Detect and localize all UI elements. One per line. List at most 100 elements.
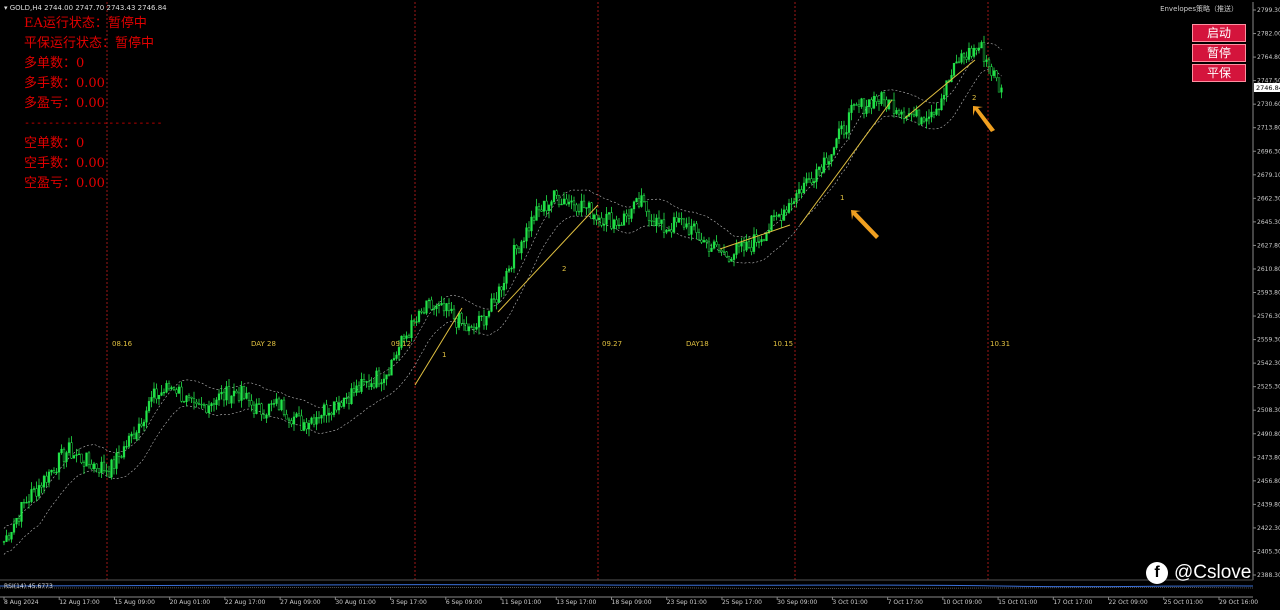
ea-control-buttons: 启动 暂停 平保	[1192, 24, 1246, 84]
candle-body	[200, 403, 203, 406]
candle-body	[510, 267, 513, 270]
candle-body	[660, 219, 663, 224]
candle-body	[665, 229, 668, 233]
long-lots: 多手数：0.00	[24, 76, 105, 91]
candle-body	[597, 217, 601, 220]
candle-body	[432, 308, 436, 310]
ea-status-panel: EA运行状态：暂停中 平保运行状态：暂停中 多单数：0 多手数：0.00 多盈亏…	[24, 14, 162, 194]
candle-body	[350, 388, 353, 404]
candle-body	[797, 189, 801, 194]
candle-body	[422, 311, 426, 314]
candle-body	[702, 240, 706, 243]
short-pnl: 空盈亏：0.00	[24, 176, 105, 191]
candle-body	[365, 381, 368, 383]
candle-body	[977, 47, 981, 51]
candle-body	[65, 452, 68, 462]
candle-body	[20, 501, 23, 522]
candle-body	[132, 433, 136, 440]
candle-body	[392, 358, 396, 361]
price-chart[interactable]: 1 2 1 2 08.16 DAY 28 09.12 09.27 DAY18 10.15 1…	[0, 0, 1280, 610]
candle-body	[252, 404, 256, 414]
candle-body	[507, 268, 511, 272]
candle-body	[577, 210, 581, 213]
candle-body	[975, 47, 978, 51]
candle-body	[155, 388, 158, 400]
candle-body	[750, 247, 753, 252]
candle-body	[397, 347, 401, 356]
candle-body	[837, 128, 841, 139]
candle-body	[462, 323, 466, 325]
x-tick-label: 29 Oct 16:00	[1219, 599, 1258, 606]
x-tick-label: 30 Sep 09:00	[777, 599, 817, 606]
candle-body	[880, 92, 883, 104]
candle-body	[992, 70, 996, 76]
candle-body	[390, 359, 393, 376]
candle-body	[5, 535, 8, 542]
candle-body	[875, 96, 878, 102]
candle-body	[347, 397, 351, 404]
y-tick-label: 2679.10	[1257, 172, 1280, 179]
candle-body	[580, 200, 583, 213]
candle-body	[270, 403, 273, 405]
candle-body	[455, 318, 458, 328]
marker-label: 09.12	[391, 340, 411, 348]
candle-body	[150, 397, 153, 402]
breakeven-button[interactable]: 平保	[1192, 64, 1246, 82]
candle-body	[15, 517, 18, 525]
candle-body	[850, 104, 853, 113]
y-tick-label: 2782.00	[1257, 31, 1280, 38]
candle-body	[607, 212, 611, 215]
candle-body	[830, 154, 833, 162]
candle-body	[635, 198, 638, 203]
candle-body	[997, 77, 1001, 93]
candle-body	[100, 461, 103, 473]
pause-button[interactable]: 暂停	[1192, 44, 1246, 62]
candle-body	[690, 225, 693, 235]
candle-body	[457, 313, 461, 328]
current-price-badge: 2746.84	[1254, 83, 1280, 92]
candle-body	[340, 402, 343, 407]
candle-body	[972, 47, 976, 57]
x-tick-label: 3 Sep 17:00	[391, 599, 427, 606]
candle-body	[677, 218, 681, 223]
candle-body	[622, 213, 626, 226]
x-tick-label: 18 Sep 09:00	[612, 599, 652, 606]
candle-body	[512, 245, 516, 269]
y-tick-label: 2456.80	[1257, 478, 1280, 485]
candle-body	[242, 386, 246, 399]
candle-body	[515, 245, 518, 250]
candle-body	[10, 531, 13, 540]
candle-body	[257, 403, 261, 405]
candle-body	[760, 239, 763, 242]
x-tick-label: 27 Aug 09:00	[280, 599, 321, 606]
candle-body	[857, 104, 861, 107]
candle-body	[685, 223, 688, 228]
candle-body	[287, 418, 291, 421]
candle-body	[165, 383, 168, 393]
candle-body	[105, 470, 108, 472]
wave-label: 2	[562, 265, 566, 273]
y-tick-label: 2508.30	[1257, 407, 1280, 414]
start-button[interactable]: 启动	[1192, 24, 1246, 42]
candle-body	[115, 452, 118, 469]
x-tick-label: 25 Oct 01:00	[1164, 599, 1203, 606]
candle-body	[427, 299, 431, 302]
candle-body	[562, 198, 566, 205]
candle-body	[867, 99, 871, 107]
candle-body	[877, 101, 881, 104]
candle-body	[245, 392, 248, 399]
candle-body	[167, 383, 171, 390]
candle-body	[475, 326, 478, 330]
candle-body	[190, 396, 193, 399]
candle-body	[795, 193, 798, 202]
candle-body	[567, 201, 571, 205]
candle-body	[707, 241, 711, 252]
candle-body	[532, 216, 536, 221]
candle-body	[575, 204, 578, 212]
candle-body	[362, 378, 366, 382]
candle-body	[102, 461, 106, 471]
candle-body	[125, 446, 128, 448]
candle-body	[405, 335, 408, 339]
current-price-text: 2746.84	[1256, 84, 1280, 92]
candle-body	[852, 104, 856, 106]
